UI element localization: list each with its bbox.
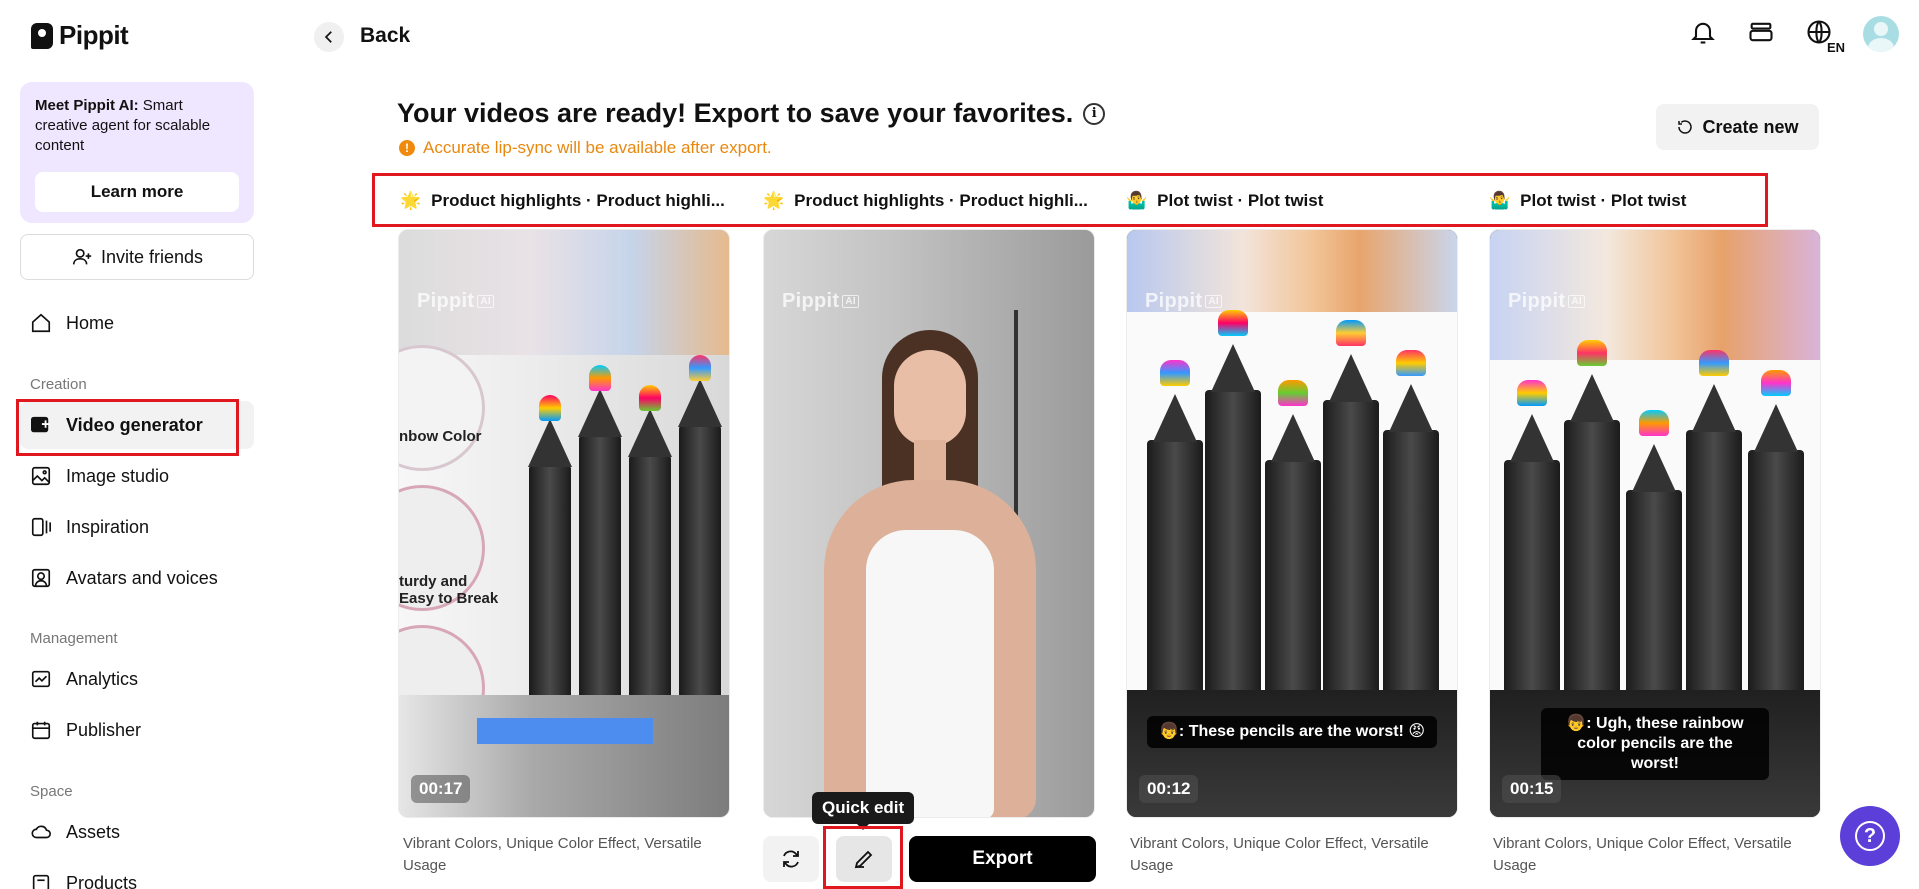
warning-icon: !	[399, 140, 415, 156]
app-name: Pippit	[59, 20, 129, 50]
sidebar-item-label: Analytics	[66, 668, 139, 689]
lip-sync-warning: ! Accurate lip-sync will be available af…	[399, 138, 772, 158]
sidebar-item-image-studio[interactable]: Image studio	[20, 452, 254, 500]
sidebar-item-avatars[interactable]: Avatars and voices	[20, 554, 254, 602]
info-icon[interactable]: i	[1083, 102, 1106, 125]
video-tab-4[interactable]: 🤷‍♂️ Plot twist · Plot twist	[1489, 190, 1686, 212]
sidebar-item-products[interactable]: Products	[20, 859, 254, 889]
top-right-toolbar: EN	[1689, 16, 1899, 55]
video-card-2[interactable]: Pippit AI	[763, 229, 1095, 818]
video-caption: 👦: These pencils are the worst! 😡	[1147, 716, 1437, 748]
sidebar-item-publisher[interactable]: Publisher	[20, 706, 254, 754]
video-card-1[interactable]: Pippit AI nbow Color turdy and Easy to Br…	[398, 229, 730, 818]
video-description: Vibrant Colors, Unique Color Effect, Ver…	[1493, 835, 1792, 874]
bell-icon[interactable]	[1689, 18, 1717, 51]
cloud-icon	[30, 821, 52, 843]
product-box-icon	[30, 872, 52, 889]
sparkle-emoji-icon: 🌟	[400, 191, 422, 210]
refresh-icon	[1678, 120, 1693, 134]
video-caption: 👦: Ugh, these rainbow color pencils are …	[1541, 708, 1769, 780]
video-tab-1[interactable]: 🌟 Product highlights · Product highli...	[400, 190, 725, 212]
sparkle-emoji-icon: 🌟	[763, 191, 785, 210]
quick-edit-tooltip: Quick edit	[812, 792, 915, 824]
pencil-image	[1490, 340, 1820, 690]
sidebar-item-label: Home	[66, 312, 115, 333]
overlay-text: turdy and	[399, 573, 468, 590]
invite-friends-label: Invite friends	[100, 246, 204, 267]
sidebar-item-video-generator[interactable]: Video generator	[20, 401, 254, 449]
inspiration-icon	[30, 516, 52, 538]
shrug-emoji-icon: 🤷‍♂️	[1126, 191, 1148, 210]
shrug-emoji-icon: 🤷‍♂️	[1489, 191, 1511, 210]
watermark: Pippit AI	[1508, 290, 1585, 313]
quick-edit-button[interactable]	[836, 836, 892, 882]
video-plus-icon	[30, 414, 52, 436]
sidebar-item-home[interactable]: Home	[20, 299, 254, 347]
pencil-image	[1127, 310, 1457, 690]
tab-label: Product highlights · Product highli...	[794, 191, 1088, 210]
stack-icon[interactable]	[1747, 18, 1775, 51]
avatar-icon	[30, 567, 52, 589]
help-button[interactable]: ?	[1840, 806, 1900, 866]
tab-label: Product highlights · Product highli...	[431, 191, 725, 210]
sidebar-item-analytics[interactable]: Analytics	[20, 655, 254, 703]
tab-label: Plot twist · Plot twist	[1157, 191, 1324, 210]
back-label[interactable]: Back	[360, 24, 410, 48]
section-creation: Creation	[30, 376, 87, 393]
page-title: Your videos are ready! Export to save yo…	[397, 98, 1106, 129]
regenerate-button[interactable]	[763, 836, 819, 882]
regenerate-icon	[783, 850, 799, 868]
invite-friends-button[interactable]: Invite friends	[20, 234, 254, 280]
video-description: Vibrant Colors, Unique Color Effect, Ver…	[1130, 835, 1429, 874]
section-space: Space	[30, 783, 73, 800]
pencil-icon	[854, 850, 873, 869]
sidebar-item-assets[interactable]: Assets	[20, 808, 254, 856]
pippit-logo-icon	[31, 22, 53, 49]
learn-more-button[interactable]: Learn more	[35, 172, 239, 212]
back-button[interactable]	[314, 22, 344, 52]
sidebar-item-label: Products	[66, 872, 138, 889]
video-duration: 00:12	[1139, 775, 1199, 803]
watermark: Pippit AI	[782, 290, 859, 313]
sidebar: Pippit Meet Pippit AI: Smart creative ag…	[0, 0, 272, 889]
tab-label: Plot twist · Plot twist	[1520, 191, 1687, 210]
user-avatar[interactable]	[1863, 16, 1899, 52]
video-duration: 00:15	[1502, 775, 1562, 803]
sidebar-item-label: Avatars and voices	[66, 567, 218, 588]
video-tab-2[interactable]: 🌟 Product highlights · Product highli...	[763, 190, 1088, 212]
video-description: Vibrant Colors, Unique Color Effect, Ver…	[403, 835, 702, 874]
sidebar-item-label: Inspiration	[66, 516, 150, 537]
overlay-text: Easy to Break	[399, 590, 499, 607]
sidebar-item-label: Assets	[66, 821, 121, 842]
app-logo[interactable]: Pippit	[31, 20, 129, 51]
create-new-button[interactable]: Create new	[1656, 104, 1819, 150]
image-icon	[30, 465, 52, 487]
question-icon: ?	[1855, 821, 1885, 851]
home-icon	[30, 312, 52, 334]
chevron-left-icon	[324, 31, 332, 43]
video-card-4[interactable]: Pippit AI 👦: Ugh, these rainbow color pen…	[1489, 229, 1821, 818]
promo-text: Meet Pippit AI: Smart creative agent for…	[35, 97, 211, 154]
sidebar-item-inspiration[interactable]: Inspiration	[20, 503, 254, 551]
language-selector[interactable]: EN	[1805, 18, 1845, 55]
analytics-icon	[30, 668, 52, 690]
sidebar-item-label: Video generator	[66, 414, 203, 435]
overlay-text: nbow Color	[399, 428, 482, 445]
export-button[interactable]: Export	[909, 836, 1096, 882]
sidebar-item-label: Publisher	[66, 719, 142, 740]
product-image: nbow Color turdy and Easy to Break	[399, 345, 729, 751]
blurred-banner	[477, 718, 653, 744]
language-code: EN	[1826, 39, 1845, 55]
watermark: Pippit AI	[417, 290, 494, 313]
video-card-3[interactable]: Pippit AI 👦: These pencils are the worst!…	[1126, 229, 1458, 818]
watermark: Pippit AI	[1145, 290, 1222, 313]
promo-card: Meet Pippit AI: Smart creative agent for…	[20, 82, 254, 223]
add-user-icon	[71, 246, 93, 268]
video-tab-3[interactable]: 🤷‍♂️ Plot twist · Plot twist	[1126, 190, 1323, 212]
calendar-icon	[30, 719, 52, 741]
video-duration: 00:17	[411, 775, 471, 803]
section-management: Management	[30, 630, 118, 647]
sidebar-item-label: Image studio	[66, 465, 170, 486]
